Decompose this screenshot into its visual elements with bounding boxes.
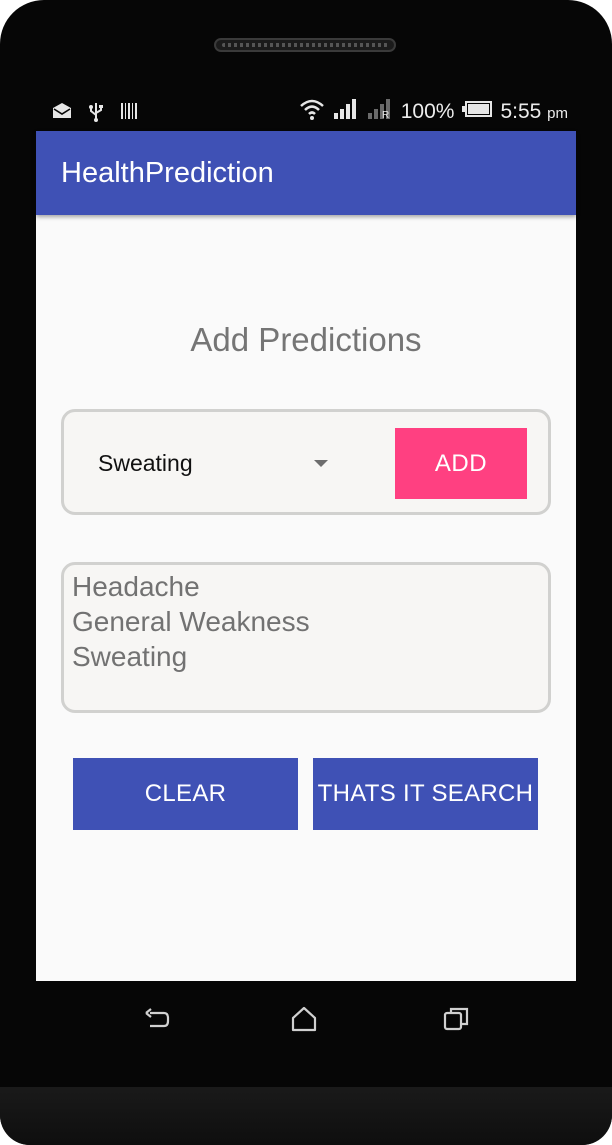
home-icon[interactable] (290, 1005, 318, 1033)
mail-icon (52, 102, 72, 120)
earpiece-speaker (214, 38, 396, 52)
app-screen: HealthPrediction Add Predictions Sweatin… (36, 131, 576, 981)
back-icon[interactable] (142, 1005, 170, 1033)
status-right: R 100% 5:55 pm (299, 98, 568, 126)
usb-icon (86, 102, 106, 122)
barcode-icon (120, 102, 140, 120)
phone-frame: R 100% 5:55 pm HealthPrediction Add Pred… (0, 0, 612, 1145)
symptom-spinner-value: Sweating (98, 450, 193, 476)
signal-icon (333, 98, 359, 126)
phone-chin (0, 1087, 612, 1145)
selected-symptoms-box: Headache General Weakness Sweating (61, 562, 551, 713)
wifi-icon (299, 98, 325, 126)
app-title: HealthPrediction (61, 157, 274, 189)
action-buttons: CLEAR THATS IT SEARCH (73, 758, 538, 830)
status-bar: R 100% 5:55 pm (36, 94, 576, 130)
recents-icon[interactable] (442, 1005, 470, 1033)
page-title: Add Predictions (190, 321, 422, 358)
battery-percent: 100% (400, 100, 455, 123)
status-left-icons (52, 102, 140, 122)
signal-r-icon: R (367, 98, 393, 126)
clock-ampm: pm (547, 105, 568, 122)
list-item: General Weakness (72, 606, 310, 637)
add-button[interactable]: ADD (395, 428, 527, 499)
clock-time: 5:55 (500, 100, 542, 123)
symptom-selector-card: Sweating ADD (61, 409, 551, 515)
app-bar: HealthPrediction (36, 131, 576, 215)
battery-icon (462, 100, 493, 124)
search-button[interactable]: THATS IT SEARCH (313, 758, 538, 830)
list-item: Headache (72, 571, 200, 602)
symptom-spinner[interactable]: Sweating (98, 450, 338, 480)
navigation-bar (36, 981, 576, 1057)
dropdown-arrow-icon (314, 460, 328, 467)
clock: 5:55 pm (500, 100, 568, 124)
svg-text:R: R (382, 110, 389, 120)
clear-button[interactable]: CLEAR (73, 758, 298, 830)
list-item: Sweating (72, 641, 188, 672)
